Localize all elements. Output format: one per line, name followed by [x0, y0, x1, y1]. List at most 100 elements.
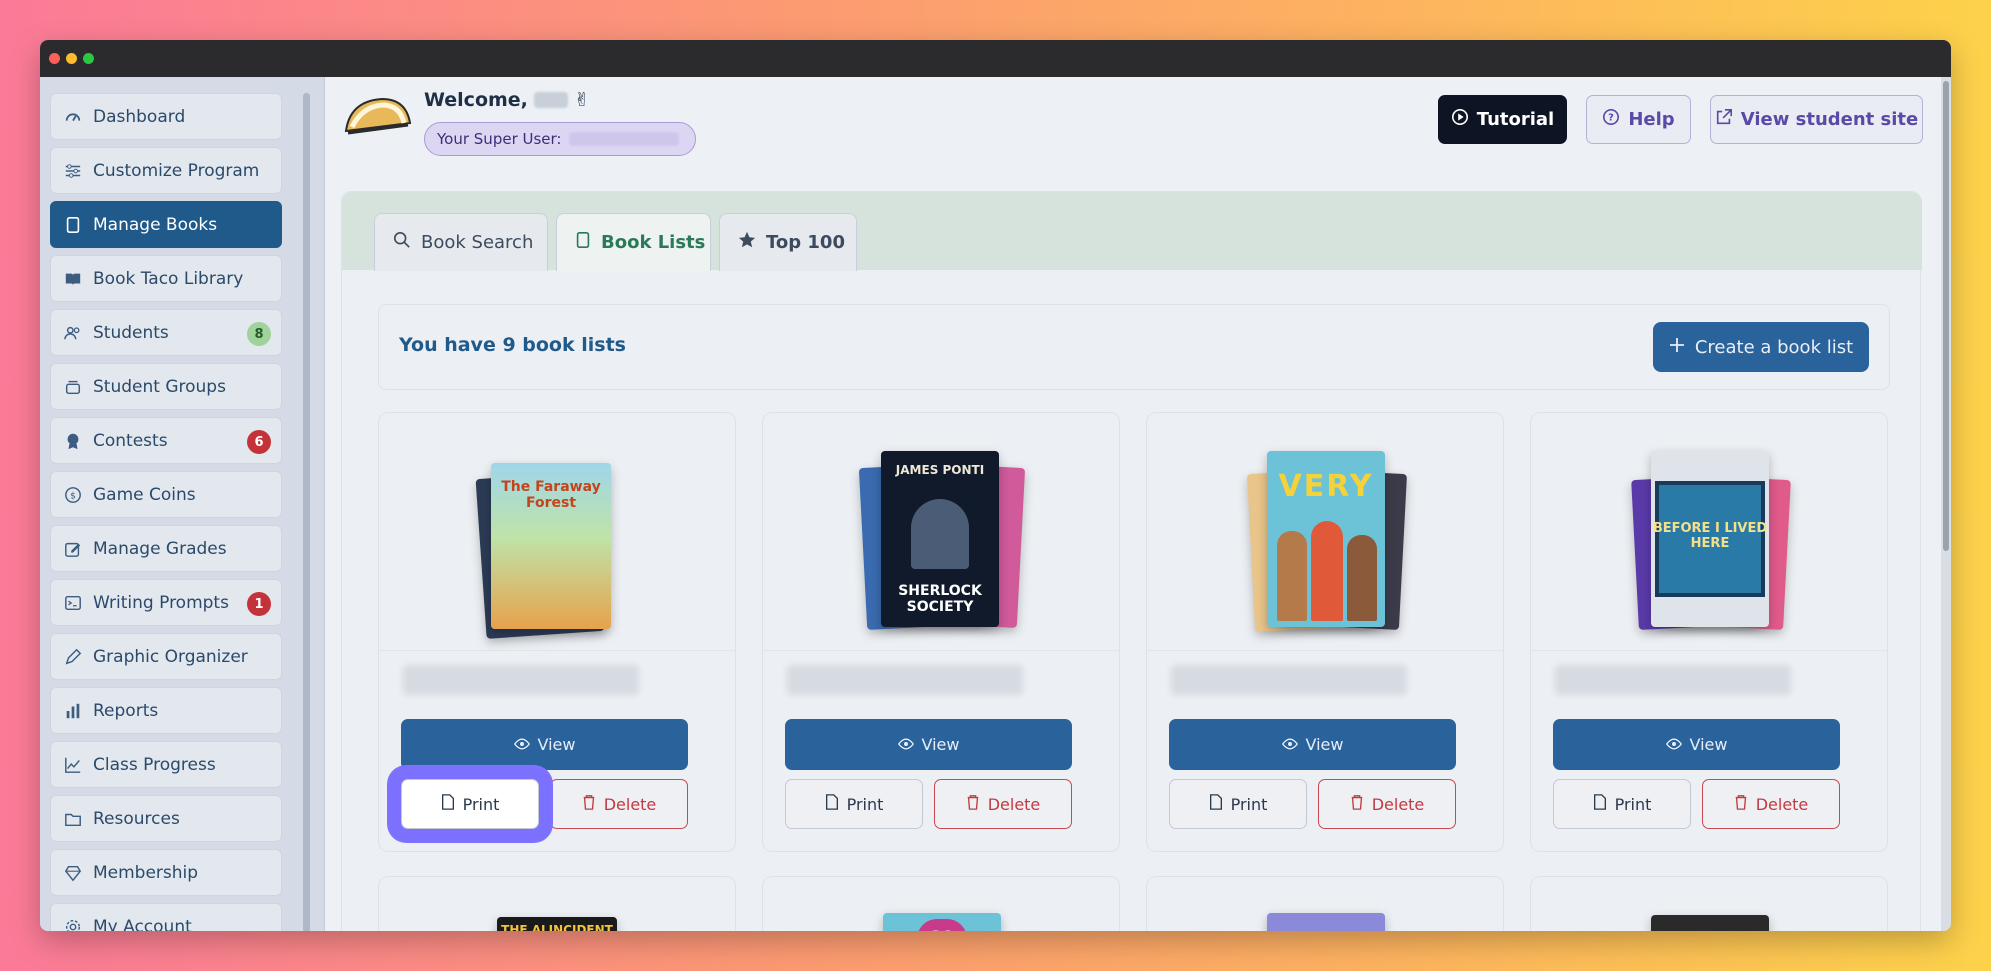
print-button[interactable]: Print: [401, 779, 539, 829]
redacted-super-user: [569, 132, 680, 146]
book-cover-title: THE ALINCIDENT: [501, 923, 613, 931]
sidebar-item-dashboard[interactable]: Dashboard: [50, 93, 282, 140]
sidebar-item-manage-grades[interactable]: Manage Grades: [50, 525, 282, 572]
sidebar-item-label: Resources: [93, 808, 180, 829]
delete-label: Delete: [1755, 794, 1809, 814]
sidebar-item-label: Book Taco Library: [93, 268, 244, 289]
sidebar-item-game-coins[interactable]: $ Game Coins: [50, 471, 282, 518]
main-scrollbar[interactable]: [1941, 77, 1951, 931]
sidebar-item-reports[interactable]: Reports: [50, 687, 282, 734]
main-content: Welcome, ✌ Your Super User: Tutorial ? H…: [326, 77, 1951, 931]
sidebar-item-label: Manage Grades: [93, 538, 227, 559]
book-cover-author: JAMES PONTI: [895, 463, 985, 477]
coin-icon: $: [63, 485, 83, 505]
super-user-label: Your Super User:: [437, 130, 562, 148]
sidebar-item-label: Dashboard: [93, 106, 186, 127]
tab-label: Book Search: [421, 232, 534, 253]
prompt-icon: [63, 593, 83, 613]
line-chart-icon: [63, 755, 83, 775]
sidebar-item-label: My Account: [93, 916, 192, 932]
print-label: Print: [1230, 794, 1268, 814]
external-link-icon: [1715, 108, 1733, 131]
view-button[interactable]: View: [785, 719, 1072, 770]
view-student-site-button[interactable]: View student site: [1710, 95, 1923, 144]
sidebar-item-label: Contests: [93, 430, 168, 451]
delete-button[interactable]: Delete: [550, 779, 688, 829]
tab-book-lists[interactable]: Book Lists: [556, 213, 711, 271]
trash-icon: [582, 794, 596, 814]
book-list-card: JAMES PONTI SHERLOCK SOCIETY View Print …: [762, 412, 1121, 852]
trash-icon: [1734, 794, 1748, 814]
sidebar-item-class-progress[interactable]: Class Progress: [50, 741, 282, 788]
book-icon: [575, 231, 591, 254]
svg-text:$: $: [70, 491, 76, 501]
redacted-list-title: [787, 665, 1023, 695]
sidebar-item-membership[interactable]: Membership: [50, 849, 282, 896]
sidebar-item-contests[interactable]: Contests 6: [50, 417, 282, 464]
delete-button[interactable]: Delete: [1702, 779, 1840, 829]
sidebar-item-manage-books[interactable]: Manage Books: [50, 201, 282, 248]
book-cover: THE ALINCIDENT: [497, 917, 617, 931]
sidebar-item-label: Manage Books: [93, 214, 218, 235]
file-pdf-icon: [1593, 794, 1607, 814]
book-list-card: SO: [762, 876, 1120, 931]
tab-top-100[interactable]: Top 100: [719, 213, 857, 271]
print-button[interactable]: Print: [1169, 779, 1307, 829]
trash-icon: [1350, 794, 1364, 814]
gauge-icon: [63, 107, 83, 127]
sidebar-item-student-groups[interactable]: Student Groups: [50, 363, 282, 410]
print-button[interactable]: Print: [785, 779, 923, 829]
book-cover: [1267, 913, 1385, 931]
sidebar-item-customize-program[interactable]: Customize Program: [50, 147, 282, 194]
book-cover: SO: [883, 913, 1001, 931]
trash-icon: [966, 794, 980, 814]
sidebar-item-graphic-organizer[interactable]: Graphic Organizer: [50, 633, 282, 680]
maximize-window-button[interactable]: [83, 53, 94, 64]
tab-book-search[interactable]: Book Search: [374, 213, 548, 271]
folder-icon: [63, 809, 83, 829]
view-button[interactable]: View: [401, 719, 688, 770]
svg-text:?: ?: [1608, 113, 1614, 124]
book-list-card: The Faraway Forest View Print Delete: [378, 412, 737, 852]
play-circle-icon: [1451, 108, 1469, 131]
sidebar-item-label: Customize Program: [93, 160, 260, 181]
stack-icon: [63, 377, 83, 397]
bar-chart-icon: [63, 701, 83, 721]
help-button[interactable]: ? Help: [1586, 95, 1691, 144]
sidebar-item-students[interactable]: Students 8: [50, 309, 282, 356]
minimize-window-button[interactable]: [66, 53, 77, 64]
tutorial-button[interactable]: Tutorial: [1438, 95, 1567, 144]
book-list-card: [1146, 876, 1504, 931]
sidebar-item-label: Membership: [93, 862, 199, 883]
sidebar-item-my-account[interactable]: My Account: [50, 903, 282, 931]
book-cover: VERY: [1267, 451, 1385, 627]
sidebar-item-writing-prompts[interactable]: Writing Prompts 1: [50, 579, 282, 626]
plus-icon: [1669, 337, 1685, 358]
welcome-emoji: ✌: [573, 89, 590, 111]
delete-button[interactable]: Delete: [1318, 779, 1456, 829]
print-button[interactable]: Print: [1553, 779, 1691, 829]
book-cover: BEFORE I LIVED HERE: [1651, 451, 1769, 627]
print-label: Print: [1614, 794, 1652, 814]
create-book-list-button[interactable]: Create a book list: [1653, 322, 1869, 372]
sidebar-item-book-taco-library[interactable]: Book Taco Library: [50, 255, 282, 302]
view-button[interactable]: View: [1553, 719, 1840, 770]
eye-icon: [1281, 735, 1298, 754]
eye-icon: [513, 735, 530, 754]
sidebar-item-label: Graphic Organizer: [93, 646, 248, 667]
view-label: View: [537, 735, 576, 754]
view-button[interactable]: View: [1169, 719, 1456, 770]
view-label: View: [921, 735, 960, 754]
delete-button[interactable]: Delete: [934, 779, 1072, 829]
book-list-count: You have 9 book lists: [399, 334, 626, 356]
file-pdf-icon: [441, 794, 455, 814]
sidebar-item-resources[interactable]: Resources: [50, 795, 282, 842]
help-label: Help: [1628, 109, 1675, 130]
redacted-list-title: [1555, 665, 1791, 695]
sidebar-scrollbar[interactable]: [303, 93, 310, 931]
star-icon: [738, 231, 756, 254]
super-user-badge: Your Super User:: [424, 122, 696, 156]
sidebar-item-label: Reports: [93, 700, 159, 721]
gear-icon: [63, 917, 83, 931]
close-window-button[interactable]: [49, 53, 60, 64]
